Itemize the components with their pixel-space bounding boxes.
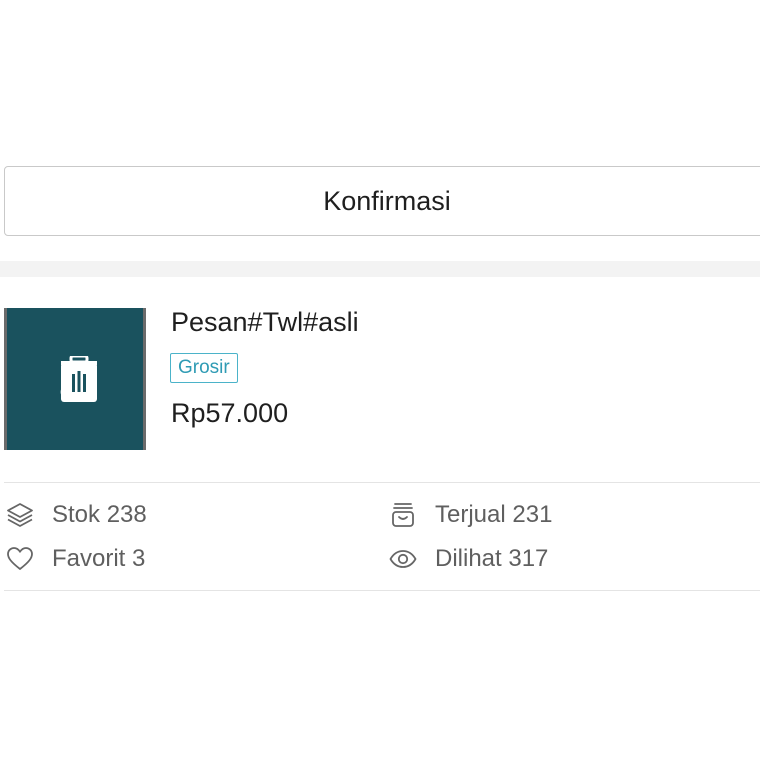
stat-sold: Terjual 231 xyxy=(389,499,552,531)
product-thumbnail[interactable]: Cu er Origi % xyxy=(4,308,146,450)
eye-icon xyxy=(389,550,417,568)
stats-top-divider xyxy=(4,482,760,483)
stat-favorite: Favorit 3 xyxy=(6,543,145,575)
heart-icon xyxy=(7,547,33,570)
stock-label: Stok 238 xyxy=(52,501,147,528)
confirm-button[interactable]: Konfirmasi xyxy=(4,166,760,236)
product-price: Rp57.000 xyxy=(171,398,289,428)
sold-label: Terjual 231 xyxy=(435,501,553,528)
section-divider xyxy=(0,261,760,277)
jar-icon xyxy=(392,503,414,527)
stat-stock: Stok 238 xyxy=(6,499,147,531)
trash-icon[interactable] xyxy=(61,356,97,402)
stat-views: Dilihat 317 xyxy=(389,543,548,575)
product-page: Konfirmasi Cu er Origi % Pesan#Twl#asli … xyxy=(0,0,760,760)
product-name: Pesan#Twl#asli xyxy=(171,307,359,337)
views-label: Dilihat 317 xyxy=(435,545,549,572)
favorite-label: Favorit 3 xyxy=(52,545,146,572)
wholesale-badge: Grosir xyxy=(170,353,238,383)
layers-icon xyxy=(7,503,33,527)
stats-bottom-divider xyxy=(4,590,760,591)
